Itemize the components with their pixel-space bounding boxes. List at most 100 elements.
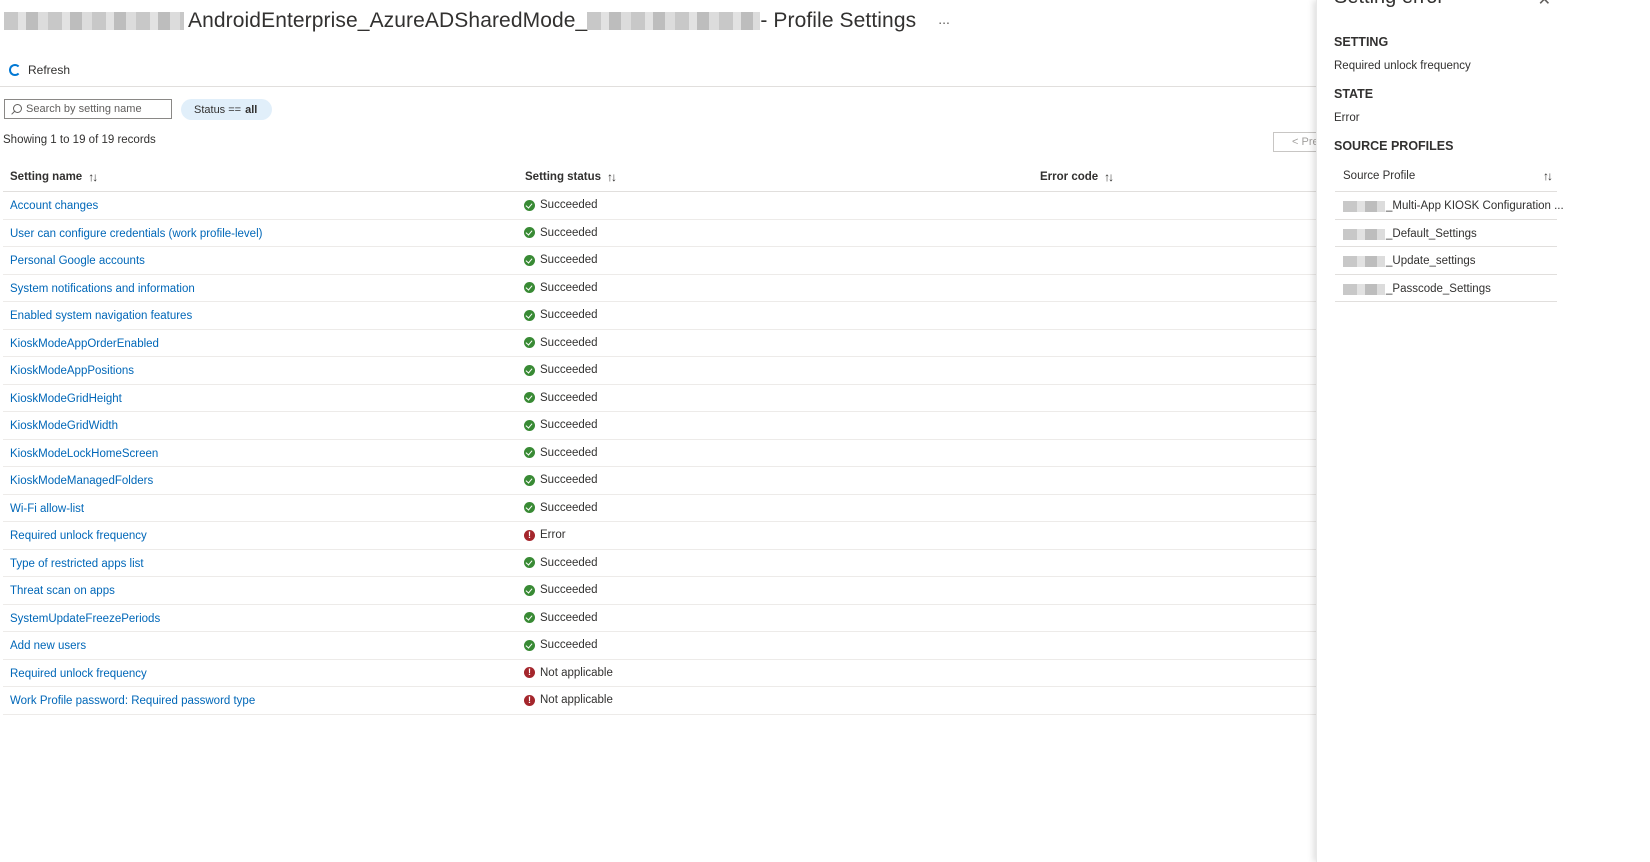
success-icon — [524, 364, 535, 376]
status-text: Succeeded — [540, 556, 598, 569]
table-body: Account changes Succeeded User can configu… — [3, 192, 1316, 715]
column-label: Setting name — [10, 171, 83, 183]
status-filter-label: Status == — [194, 103, 242, 116]
setting-status: Succeeded — [524, 502, 598, 514]
setting-name-link[interactable]: Add new users — [10, 640, 86, 652]
setting-name-link[interactable]: Threat scan on apps — [10, 585, 115, 597]
status-text: Error — [540, 529, 566, 541]
status-text: Succeeded — [540, 391, 598, 404]
setting-name-link[interactable]: KioskModeGridWidth — [10, 420, 118, 432]
table-row[interactable]: KioskModeGridWidth Succeeded — [3, 412, 1316, 440]
state-section-label: STATE — [1334, 87, 1374, 101]
status-text: Not applicable — [540, 666, 613, 679]
status-filter-pill[interactable]: Status == all — [181, 99, 273, 120]
table-row[interactable]: Required unlock frequency Not applicable — [3, 660, 1316, 687]
table-row[interactable]: Threat scan on apps Succeeded — [3, 577, 1316, 605]
setting-name-link[interactable]: Account changes — [10, 200, 98, 212]
setting-status: Succeeded — [524, 474, 598, 486]
column-error-code[interactable]: Error code ↑↓ — [1040, 170, 1114, 184]
setting-name-link[interactable]: SystemUpdateFreezePeriods — [10, 613, 160, 625]
table-row[interactable]: Personal Google accounts Succeeded — [3, 247, 1316, 275]
table-row[interactable]: KioskModeAppOrderEnabled Succeeded — [3, 330, 1316, 357]
table-row[interactable]: User can configure credentials (work pro… — [3, 220, 1316, 247]
command-bar: Refresh — [0, 60, 1316, 87]
setting-name-link[interactable]: Required unlock frequency — [10, 668, 147, 680]
source-profile-row[interactable]: _Default_Settings — [1335, 220, 1557, 247]
source-profile-row[interactable]: _Passcode_Settings — [1335, 275, 1557, 302]
setting-status: Not applicable — [524, 666, 613, 679]
setting-name-link[interactable]: Type of restricted apps list — [10, 558, 144, 570]
table-row[interactable]: KioskModeManagedFolders Succeeded — [3, 467, 1316, 495]
redacted-prefix — [1343, 256, 1385, 267]
table-row[interactable]: Wi-Fi allow-list Succeeded — [3, 495, 1316, 522]
table-row[interactable]: KioskModeGridHeight Succeeded — [3, 385, 1316, 412]
success-icon — [524, 557, 535, 568]
more-options-icon[interactable]: ... — [938, 11, 950, 27]
table-row[interactable]: Required unlock frequency Error — [3, 522, 1316, 550]
setting-name-link[interactable]: KioskModeManagedFolders — [10, 475, 153, 487]
setting-status: Succeeded — [524, 419, 598, 431]
source-profile-row[interactable]: _Multi-App KIOSK Configuration ... — [1335, 192, 1564, 220]
setting-name-link[interactable]: KioskModeGridHeight — [10, 393, 122, 405]
source-profiles-table: Source Profile ↑↓ _Multi-App KIOSK Confi… — [1335, 163, 1564, 302]
close-icon[interactable]: ✕ — [1538, 0, 1551, 10]
sort-icon[interactable]: ↑↓ — [1104, 170, 1114, 184]
table-row[interactable]: SystemUpdateFreezePeriods Succeeded — [3, 605, 1316, 632]
setting-name-link[interactable]: Personal Google accounts — [10, 255, 145, 267]
setting-status: Succeeded — [524, 309, 598, 321]
table-row[interactable]: Work Profile password: Required password… — [3, 687, 1316, 715]
setting-name-link[interactable]: KioskModeAppOrderEnabled — [10, 338, 159, 350]
status-text: Succeeded — [540, 474, 598, 486]
status-text: Succeeded — [540, 364, 598, 376]
setting-name-link[interactable]: Enabled system navigation features — [10, 310, 192, 322]
source-profile-name: _Passcode_Settings — [1386, 282, 1491, 295]
table-row[interactable]: Type of restricted apps list Succeeded — [3, 550, 1316, 577]
refresh-button[interactable]: Refresh — [9, 63, 70, 77]
column-setting-status[interactable]: Setting status ↑↓ — [525, 170, 617, 184]
panel-title: Setting error — [1334, 0, 1444, 9]
status-text: Succeeded — [540, 584, 598, 596]
search-input[interactable] — [26, 103, 166, 115]
status-text: Succeeded — [540, 309, 598, 321]
column-setting-name[interactable]: Setting name ↑↓ — [10, 170, 98, 184]
success-icon — [524, 639, 535, 651]
column-label: Setting status — [525, 171, 602, 183]
table-row[interactable]: KioskModeLockHomeScreen Succeeded — [3, 440, 1316, 467]
table-row[interactable]: Account changes Succeeded — [3, 192, 1316, 220]
setting-name-link[interactable]: Wi-Fi allow-list — [10, 503, 84, 515]
error-icon — [524, 694, 535, 707]
setting-status: Succeeded — [524, 227, 598, 239]
status-text: Succeeded — [540, 281, 598, 294]
status-text: Succeeded — [540, 419, 598, 431]
setting-status: Succeeded — [524, 364, 598, 376]
setting-name-link[interactable]: User can configure credentials (work pro… — [10, 228, 262, 240]
setting-name-link[interactable]: KioskModeLockHomeScreen — [10, 448, 158, 460]
success-icon — [524, 227, 535, 238]
status-text: Succeeded — [540, 226, 598, 239]
records-count: Showing 1 to 19 of 19 records — [3, 134, 156, 146]
source-profile-name: _Default_Settings — [1386, 227, 1477, 240]
table-row[interactable]: Enabled system navigation features Succee… — [3, 302, 1316, 330]
setting-name-link[interactable]: Work Profile password: Required password… — [10, 695, 255, 707]
success-icon — [524, 309, 535, 321]
setting-name-link[interactable]: KioskModeAppPositions — [10, 365, 134, 377]
status-text: Succeeded — [540, 254, 598, 266]
setting-name-link[interactable]: Required unlock frequency — [10, 530, 147, 542]
sort-icon[interactable]: ↑↓ — [1543, 169, 1553, 183]
success-icon — [524, 612, 535, 623]
setting-error-panel: Setting error ✕ SETTING Required unlock … — [1316, 0, 1650, 862]
source-table-header[interactable]: Source Profile ↑↓ — [1335, 163, 1557, 192]
table-row[interactable]: KioskModeAppPositions Succeeded — [3, 357, 1316, 385]
sort-icon[interactable]: ↑↓ — [607, 170, 617, 184]
search-box[interactable] — [4, 99, 172, 119]
setting-status: Succeeded — [524, 199, 598, 211]
setting-status: Succeeded — [524, 612, 598, 624]
error-icon — [524, 666, 535, 679]
success-icon — [524, 584, 535, 596]
refresh-label: Refresh — [28, 63, 71, 77]
sort-icon[interactable]: ↑↓ — [88, 170, 98, 184]
source-profile-row[interactable]: _Update_settings — [1335, 247, 1557, 275]
setting-name-link[interactable]: System notifications and information — [10, 283, 195, 295]
table-row[interactable]: System notifications and information Succ… — [3, 275, 1316, 302]
table-row[interactable]: Add new users Succeeded — [3, 632, 1316, 660]
